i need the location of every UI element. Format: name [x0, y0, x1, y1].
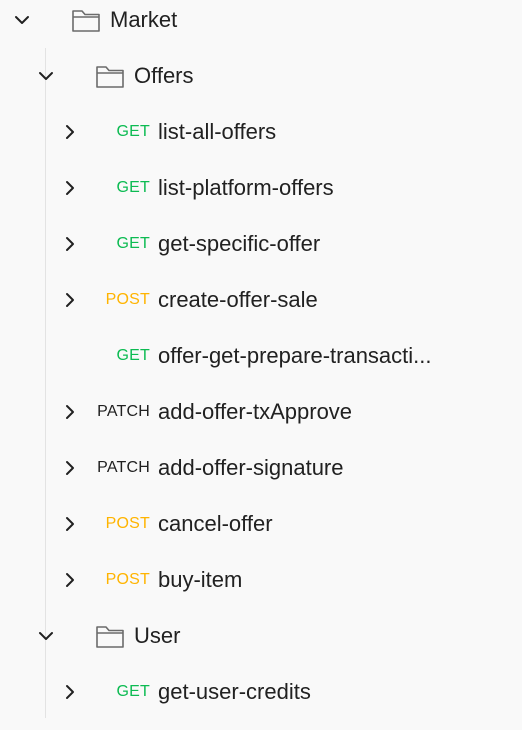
request-row[interactable]: POST create-offer-sale	[0, 272, 522, 328]
chevron-down-icon[interactable]	[32, 62, 60, 90]
request-row[interactable]: POST cancel-offer	[0, 496, 522, 552]
method-badge-post: POST	[105, 571, 150, 588]
request-label: add-offer-signature	[158, 455, 344, 480]
method-badge-get: GET	[116, 235, 150, 252]
chevron-down-icon[interactable]	[32, 622, 60, 650]
method-badge-post: POST	[105, 291, 150, 308]
request-label: create-offer-sale	[158, 287, 318, 312]
folder-icon	[71, 6, 101, 34]
method-badge-patch: PATCH	[97, 403, 150, 420]
method-badge-get: GET	[116, 123, 150, 140]
folder-icon	[95, 62, 125, 90]
collection-label: Market	[110, 7, 178, 32]
request-row[interactable]: POST buy-item	[0, 552, 522, 608]
request-label: list-all-offers	[158, 119, 277, 144]
request-row[interactable]: PATCH add-offer-signature	[0, 440, 522, 496]
request-label: get-specific-offer	[158, 231, 321, 256]
chevron-down-icon[interactable]	[8, 6, 36, 34]
request-row[interactable]: GET list-platform-offers	[0, 160, 522, 216]
request-label: list-platform-offers	[158, 175, 334, 200]
method-badge-post: POST	[105, 515, 150, 532]
folder-label: Offers	[134, 63, 194, 88]
collection-tree: Market Offers GET list-all-offers GET li…	[0, 0, 522, 730]
folder-row-offers[interactable]: Offers	[0, 48, 522, 104]
request-label: offer-get-prepare-transacti...	[158, 343, 432, 368]
request-row[interactable]: PATCH add-offer-txApprove	[0, 384, 522, 440]
folder-label: User	[134, 623, 181, 648]
request-label: buy-item	[158, 567, 243, 592]
method-badge-get: GET	[116, 683, 150, 700]
request-label: add-offer-txApprove	[158, 399, 353, 424]
collection-row-market[interactable]: Market	[0, 0, 522, 48]
request-label: cancel-offer	[158, 511, 273, 536]
request-label: get-user-credits	[158, 679, 311, 704]
request-row[interactable]: GET get-specific-offer	[0, 216, 522, 272]
request-row[interactable]: GET get-user-credits	[0, 664, 522, 720]
request-row[interactable]: GET offer-get-prepare-transacti...	[0, 328, 522, 384]
method-badge-get: GET	[116, 179, 150, 196]
method-badge-get: GET	[116, 347, 150, 364]
request-row[interactable]: GET list-all-offers	[0, 104, 522, 160]
folder-row-user[interactable]: User	[0, 608, 522, 664]
method-badge-patch: PATCH	[97, 459, 150, 476]
folder-icon	[95, 622, 125, 650]
